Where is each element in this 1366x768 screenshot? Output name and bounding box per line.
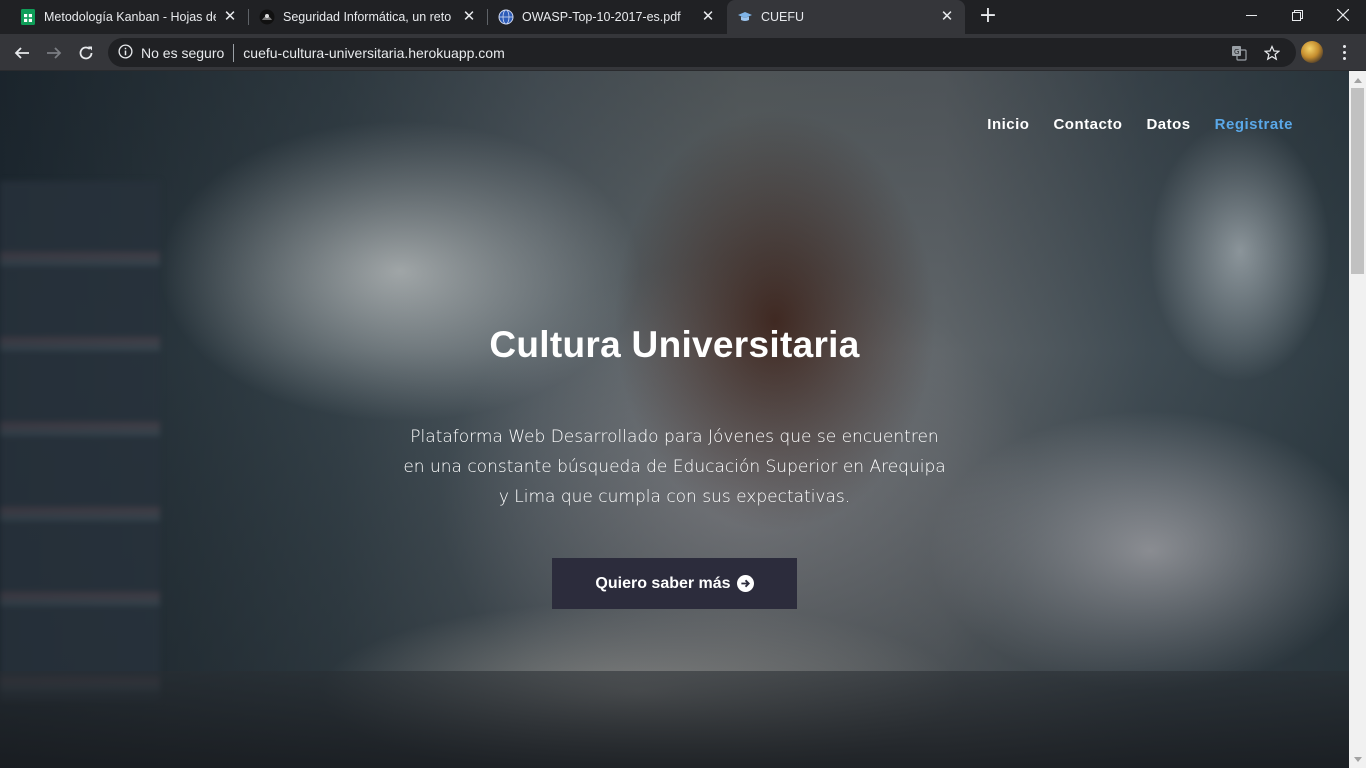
globe-icon bbox=[498, 9, 514, 25]
minimize-icon[interactable] bbox=[1228, 0, 1274, 30]
close-icon[interactable]: ✕ bbox=[222, 9, 238, 25]
close-icon[interactable]: ✕ bbox=[939, 9, 955, 25]
address-bar[interactable]: No es seguro cuefu-cultura-universitaria… bbox=[108, 38, 1296, 67]
svg-text:G: G bbox=[1234, 48, 1239, 56]
info-icon[interactable] bbox=[118, 43, 133, 62]
translate-icon[interactable]: G bbox=[1226, 38, 1252, 67]
profile-avatar[interactable] bbox=[1301, 41, 1323, 63]
arrow-circle-right-icon bbox=[736, 575, 754, 592]
hero-background-image bbox=[0, 71, 1349, 768]
nav-link-inicio[interactable]: Inicio bbox=[987, 116, 1029, 133]
nav-link-contacto[interactable]: Contacto bbox=[1053, 116, 1122, 133]
tab-title: CUEFU bbox=[761, 10, 805, 24]
tab-title: Metodología Kanban - Hojas de c bbox=[44, 10, 216, 24]
tab-seguridad[interactable]: Seguridad Informática, un reto pa ✕ bbox=[249, 0, 487, 34]
learn-more-label: Quiero saber más bbox=[595, 574, 731, 592]
tab-owasp[interactable]: OWASP-Top-10-2017-es.pdf ✕ bbox=[488, 0, 726, 34]
nav-link-datos[interactable]: Datos bbox=[1146, 116, 1190, 133]
tab-title: OWASP-Top-10-2017-es.pdf bbox=[522, 10, 681, 24]
page-viewport: Inicio Contacto Datos Registrate Cultura… bbox=[0, 71, 1349, 768]
site-nav: Inicio Contacto Datos Registrate bbox=[987, 116, 1293, 133]
restore-icon[interactable] bbox=[1274, 0, 1320, 30]
hero-description: Plataforma Web Desarrollado para Jóvenes… bbox=[403, 427, 946, 507]
close-icon[interactable]: ✕ bbox=[461, 9, 477, 25]
scroll-up-arrow-icon[interactable] bbox=[1349, 71, 1366, 88]
hacker-icon bbox=[259, 9, 275, 25]
page-scrollbar[interactable] bbox=[1349, 71, 1366, 768]
window-close-icon[interactable] bbox=[1320, 0, 1366, 30]
address-divider bbox=[233, 43, 235, 62]
nav-link-registrate[interactable]: Registrate bbox=[1215, 116, 1293, 133]
back-icon[interactable] bbox=[8, 39, 36, 67]
sheets-icon bbox=[20, 9, 36, 25]
desk-decoration bbox=[0, 671, 1349, 768]
security-status[interactable]: No es seguro bbox=[141, 45, 224, 61]
new-tab-button[interactable]: + bbox=[976, 5, 1000, 29]
hero-title: Cultura Universitaria bbox=[489, 324, 860, 365]
browser-toolbar: No es seguro cuefu-cultura-universitaria… bbox=[0, 34, 1366, 71]
bookshelf-decoration bbox=[0, 181, 160, 701]
tab-title: Seguridad Informática, un reto pa bbox=[283, 10, 455, 24]
reload-icon[interactable] bbox=[72, 39, 100, 67]
tab-cuefu[interactable]: CUEFU ✕ bbox=[727, 0, 965, 34]
bookmark-star-icon[interactable] bbox=[1259, 38, 1285, 67]
menu-dots-icon[interactable] bbox=[1336, 40, 1352, 64]
tab-strip: Metodología Kanban - Hojas de c ✕ Seguri… bbox=[0, 0, 1366, 34]
scroll-down-arrow-icon[interactable] bbox=[1349, 751, 1366, 768]
close-icon[interactable]: ✕ bbox=[700, 9, 716, 25]
tab-kanban[interactable]: Metodología Kanban - Hojas de c ✕ bbox=[0, 0, 248, 34]
forward-icon[interactable] bbox=[40, 39, 68, 67]
scrollbar-thumb[interactable] bbox=[1351, 88, 1364, 274]
url-text[interactable]: cuefu-cultura-universitaria.herokuapp.co… bbox=[243, 45, 504, 61]
learn-more-button[interactable]: Quiero saber más bbox=[552, 558, 797, 609]
graduation-cap-icon bbox=[737, 9, 753, 25]
